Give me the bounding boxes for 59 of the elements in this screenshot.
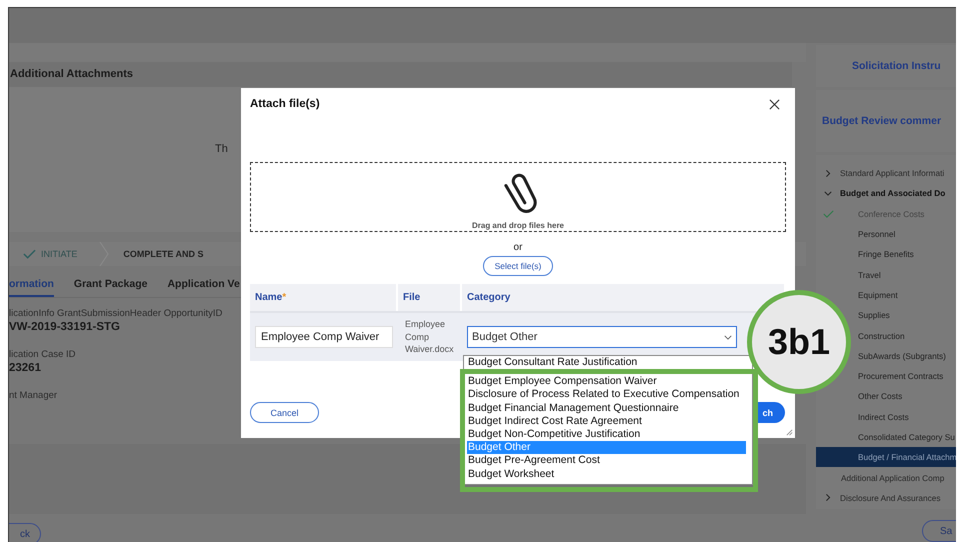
resize-grip-icon	[786, 429, 793, 436]
dropdown-option[interactable]: Budget Pre-Agreement Cost	[467, 454, 746, 468]
nav-subitem[interactable]: Equipment	[858, 284, 898, 306]
column-header: Name	[255, 292, 282, 303]
field-value: VW-2019-33191-STG	[9, 321, 120, 333]
nav-subitem[interactable]: Consolidated Category Su	[858, 426, 955, 448]
dropdown-option[interactable]: Budget Consultant Rate Justification	[467, 356, 746, 370]
category-select[interactable]: Budget Other	[467, 326, 737, 348]
nav-item[interactable]: Standard Applicant Informati	[816, 163, 956, 184]
card-title[interactable]: Budget Review commer	[822, 115, 942, 127]
nav-subitem[interactable]: Budget / Financial Attachm	[816, 447, 956, 468]
chevron-right-icon	[824, 168, 832, 178]
nav-subitem[interactable]: Personnel	[858, 224, 896, 244]
field-label: nt Manager	[9, 390, 58, 401]
save-button[interactable]: Sa	[922, 520, 956, 542]
dropdown-option[interactable]: Budget Other	[467, 441, 746, 454]
dialog-title: Attach file(s)	[250, 98, 320, 110]
tab[interactable]: Grant Package	[74, 276, 148, 297]
step-item[interactable]: INITIATE	[9, 249, 100, 259]
check-icon	[23, 249, 36, 259]
section-text: Th	[215, 143, 228, 155]
or-text: or	[512, 242, 524, 253]
column-header: Category	[467, 292, 510, 303]
tab[interactable]: ormation	[9, 276, 54, 297]
check-icon	[823, 210, 834, 218]
step-item[interactable]: COMPLETE AND S	[109, 249, 226, 259]
close-icon[interactable]	[769, 98, 780, 110]
dropdown-option[interactable]: Disclosure of Process Related to Executive Compensation	[467, 388, 746, 402]
file-name: Employee Comp Waiver.docx	[405, 318, 455, 356]
select-files-button[interactable]: Select file(s)	[483, 256, 553, 276]
nav-subitem[interactable]: Travel	[858, 264, 881, 285]
field-label: licationInfo GrantSubmissionHeader OpportunityID	[9, 308, 222, 319]
column-header: File	[403, 292, 420, 303]
nav-item[interactable]: Additional Application Comp	[816, 467, 956, 488]
field-label: lication Case ID	[9, 349, 76, 360]
dropdown-option[interactable]: Budget Non-Competitive Justification	[467, 428, 746, 442]
field-value: 23261	[9, 362, 41, 374]
nav-subitem[interactable]: Fringe Benefits	[858, 244, 914, 264]
name-input[interactable]: Employee Comp Waiver	[255, 326, 393, 348]
dropdown-option[interactable]: Budget Worksheet	[467, 468, 746, 481]
cancel-button[interactable]: Cancel	[250, 402, 319, 423]
drop-zone[interactable]: Drag and drop files here	[250, 162, 786, 232]
chevron-down-icon	[824, 188, 832, 198]
nav-subitem[interactable]: Indirect Costs	[858, 406, 909, 427]
section-title: Additional Attachments	[9, 62, 792, 87]
nav-item[interactable]: Budget and Associated Do	[816, 183, 956, 204]
nav-subitem[interactable]: SubAwards (Subgrants)	[858, 346, 946, 366]
card-title[interactable]: Solicitation Instru	[852, 60, 941, 72]
drop-hint: Drag and drop files here	[472, 221, 564, 230]
chevron-right-icon	[824, 493, 832, 502]
tab[interactable]: Application Ve	[167, 276, 240, 297]
required-mark: *	[282, 292, 286, 303]
back-button[interactable]: ck	[9, 523, 41, 542]
nav-subitem[interactable]: Procurement Contracts	[858, 366, 944, 386]
nav-subitem[interactable]: Supplies	[858, 305, 890, 326]
nav-item[interactable]: Disclosure And Assurances	[816, 488, 956, 508]
caret-icon	[724, 334, 732, 340]
nav-subitem[interactable]: Construction	[858, 325, 905, 346]
nav-subitem[interactable]: Other Costs	[858, 386, 902, 407]
